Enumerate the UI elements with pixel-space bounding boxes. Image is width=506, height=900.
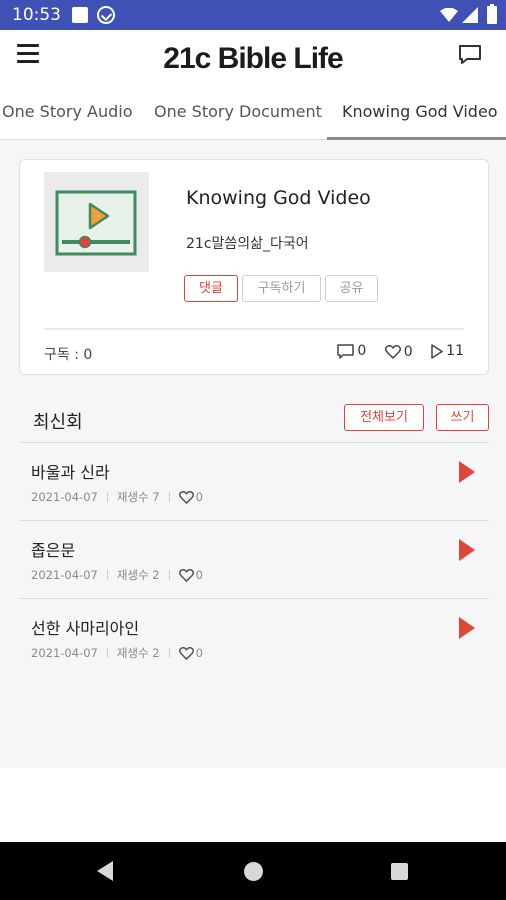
episode-meta: 2021-04-07 재생수 2 0 [31,645,203,661]
channel-subtitle: 21c말씀의삶_다국어 [186,236,309,252]
view-all-button[interactable]: 전체보기 [344,404,424,431]
episode-date: 2021-04-07 [31,646,98,660]
tab-one-story-document[interactable]: One Story Document [154,102,322,121]
tab-one-story-audio[interactable]: One Story Audio [2,102,133,121]
comment-stat: 0 [337,343,366,359]
episode-list: 바울과 신라 2021-04-07 재생수 7 0 좁은문 2021-04-07… [19,442,489,676]
episode-like-count: 0 [195,490,203,504]
play-count: 11 [446,343,464,359]
episode-meta: 2021-04-07 재생수 7 0 [31,489,203,505]
meta-divider [106,570,108,580]
app-title: 21c Bible Life [163,42,343,75]
episode-play-count: 재생수 7 [116,490,160,504]
subscribe-chip[interactable]: 구독하기 [242,275,321,302]
list-item[interactable]: 선한 사마리아인 2021-04-07 재생수 2 0 [19,598,489,676]
play-button-icon[interactable] [459,539,475,561]
play-button-icon[interactable] [459,461,475,483]
comment-count: 0 [357,343,367,359]
wifi-icon [440,8,458,22]
list-item[interactable]: 바울과 신라 2021-04-07 재생수 7 0 [19,442,489,520]
main-content: Knowing God Video 21c말씀의삶_다국어 댓글 구독하기 공유… [0,140,506,768]
card-divider [44,328,464,330]
meta-divider [106,648,108,658]
heart-icon [178,568,194,582]
episode-play-count: 재생수 2 [116,646,160,660]
meta-divider [168,648,170,658]
video-player-icon [55,190,137,256]
meta-divider [168,570,170,580]
heart-icon [178,646,194,660]
comment-icon [337,343,355,359]
write-button[interactable]: 쓰기 [436,404,489,431]
episode-title: 바울과 신라 [31,463,110,482]
episode-play-count: 재생수 2 [116,568,160,582]
like-stat: 0 [384,343,413,360]
system-nav-bar [0,842,506,900]
channel-title: Knowing God Video [186,187,371,209]
notification-square-icon [72,7,88,23]
channel-card: Knowing God Video 21c말씀의삶_다국어 댓글 구독하기 공유… [19,159,489,375]
play-icon [431,343,443,359]
battery-icon [487,4,497,24]
sync-status-icon [97,6,115,24]
like-count: 0 [403,343,413,360]
tab-knowing-god-video[interactable]: Knowing God Video [342,102,498,121]
episode-like-count: 0 [195,646,203,660]
meta-divider [106,492,108,502]
signal-icon [462,7,478,23]
comment-chip[interactable]: 댓글 [184,275,238,302]
chat-bubble-icon[interactable] [458,44,482,66]
episode-meta: 2021-04-07 재생수 2 0 [31,567,203,583]
category-tabs: One Story Audio One Story Document Knowi… [0,92,506,140]
channel-thumbnail [44,172,149,272]
play-button-icon[interactable] [459,617,475,639]
status-bar: 10:53 [0,0,506,30]
episode-title: 선한 사마리아인 [31,619,140,638]
subscriber-count: 구독 : 0 [44,347,93,363]
list-item[interactable]: 좁은문 2021-04-07 재생수 2 0 [19,520,489,598]
share-chip[interactable]: 공유 [325,275,378,302]
status-time: 10:53 [12,5,61,25]
heart-icon [178,490,194,504]
heart-icon [384,344,401,359]
recents-icon[interactable] [391,863,408,880]
home-icon[interactable] [244,862,263,881]
app-header: 21c Bible Life [0,30,506,92]
meta-divider [168,492,170,502]
episode-title: 좁은문 [31,541,76,560]
back-icon[interactable] [97,861,113,881]
episode-like-count: 0 [195,568,203,582]
channel-stats: 0 0 11 [323,343,464,363]
episode-date: 2021-04-07 [31,568,98,582]
episode-date: 2021-04-07 [31,490,98,504]
section-title: 최신회 [33,412,83,433]
play-stat: 11 [431,343,464,359]
